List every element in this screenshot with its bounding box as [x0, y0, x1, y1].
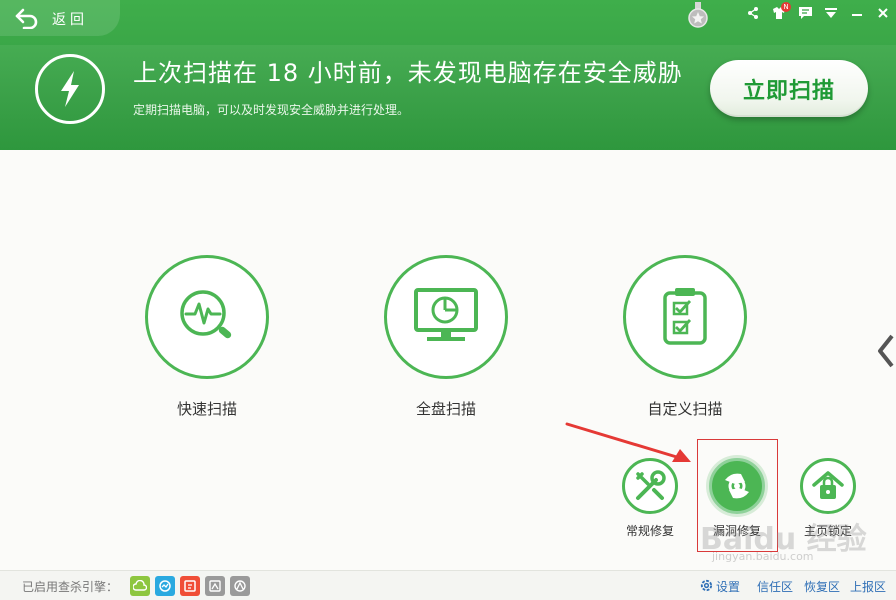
- routine-repair-label[interactable]: 常规修复: [605, 522, 695, 539]
- engines-label: 已启用查杀引擎：: [22, 580, 119, 594]
- custom-scan-button[interactable]: [623, 255, 747, 379]
- skin-icon[interactable]: N: [766, 0, 792, 26]
- scan-status-subtitle: 定期扫描电脑，可以及时发现安全威胁并进行处理。: [133, 103, 410, 117]
- gear-icon[interactable]: [699, 578, 714, 593]
- lightning-icon: [61, 71, 79, 107]
- custom-scan-icon: [663, 288, 707, 345]
- report-zone-link[interactable]: 上报区: [850, 578, 886, 595]
- wrench-icon: [636, 470, 666, 500]
- quick-scan-label[interactable]: 快速扫描: [127, 398, 287, 419]
- back-label: 返回: [52, 12, 88, 28]
- share-icon[interactable]: [740, 0, 766, 26]
- back-button[interactable]: 返回: [0, 0, 120, 36]
- avira-engine-icon[interactable]: [230, 576, 250, 596]
- qvm-engine-icon[interactable]: [155, 576, 175, 596]
- qex-engine-icon[interactable]: [180, 576, 200, 596]
- medal-icon[interactable]: [686, 2, 710, 28]
- scan-now-button[interactable]: 立即扫描: [710, 60, 868, 117]
- feedback-icon[interactable]: [792, 0, 818, 26]
- notification-badge: N: [781, 2, 791, 12]
- status-footer: 已启用查杀引擎： 设置 信任区 恢复区 上报区: [0, 570, 896, 600]
- titlebar-controls: N: [740, 0, 896, 26]
- routine-repair-button[interactable]: [622, 458, 678, 514]
- quick-scan-icon: [180, 290, 232, 339]
- minimize-icon[interactable]: [844, 0, 870, 26]
- custom-scan-label[interactable]: 自定义扫描: [605, 398, 765, 419]
- vulnerability-repair-button[interactable]: [709, 458, 765, 514]
- scan-status-title: 上次扫描在 18 小时前，未发现电脑存在安全威胁: [133, 59, 683, 87]
- status-bolt-badge: [35, 54, 105, 124]
- restore-zone-link[interactable]: 恢复区: [804, 578, 840, 595]
- full-scan-label[interactable]: 全盘扫描: [366, 398, 526, 419]
- baidu-watermark-url: jingyan.baidu.com: [712, 550, 814, 563]
- settings-link[interactable]: 设置: [716, 578, 740, 595]
- full-scan-button[interactable]: [384, 255, 508, 379]
- security-scan-window: 返回 N 上次扫描在 18 小时前，未发现电脑存在安全威胁 定期扫描电脑，可以及…: [0, 0, 896, 600]
- chevron-left-icon[interactable]: [874, 330, 896, 372]
- header-banner: 返回 N 上次扫描在 18 小时前，未发现电脑存在安全威胁 定期扫描电脑，可以及…: [0, 0, 896, 150]
- close-icon[interactable]: [870, 0, 896, 26]
- full-scan-icon: [414, 288, 478, 341]
- lock-home-icon: [812, 471, 844, 499]
- trust-zone-link[interactable]: 信任区: [757, 578, 793, 595]
- back-arrow-icon: [15, 8, 38, 29]
- homepage-lock-button[interactable]: [800, 458, 856, 514]
- bitdefender-engine-icon[interactable]: [205, 576, 225, 596]
- patch-icon: [725, 473, 749, 499]
- annotation-arrow: [565, 422, 691, 462]
- menu-icon[interactable]: [818, 0, 844, 26]
- quick-scan-button[interactable]: [145, 255, 269, 379]
- cloud-engine-icon[interactable]: [130, 576, 150, 596]
